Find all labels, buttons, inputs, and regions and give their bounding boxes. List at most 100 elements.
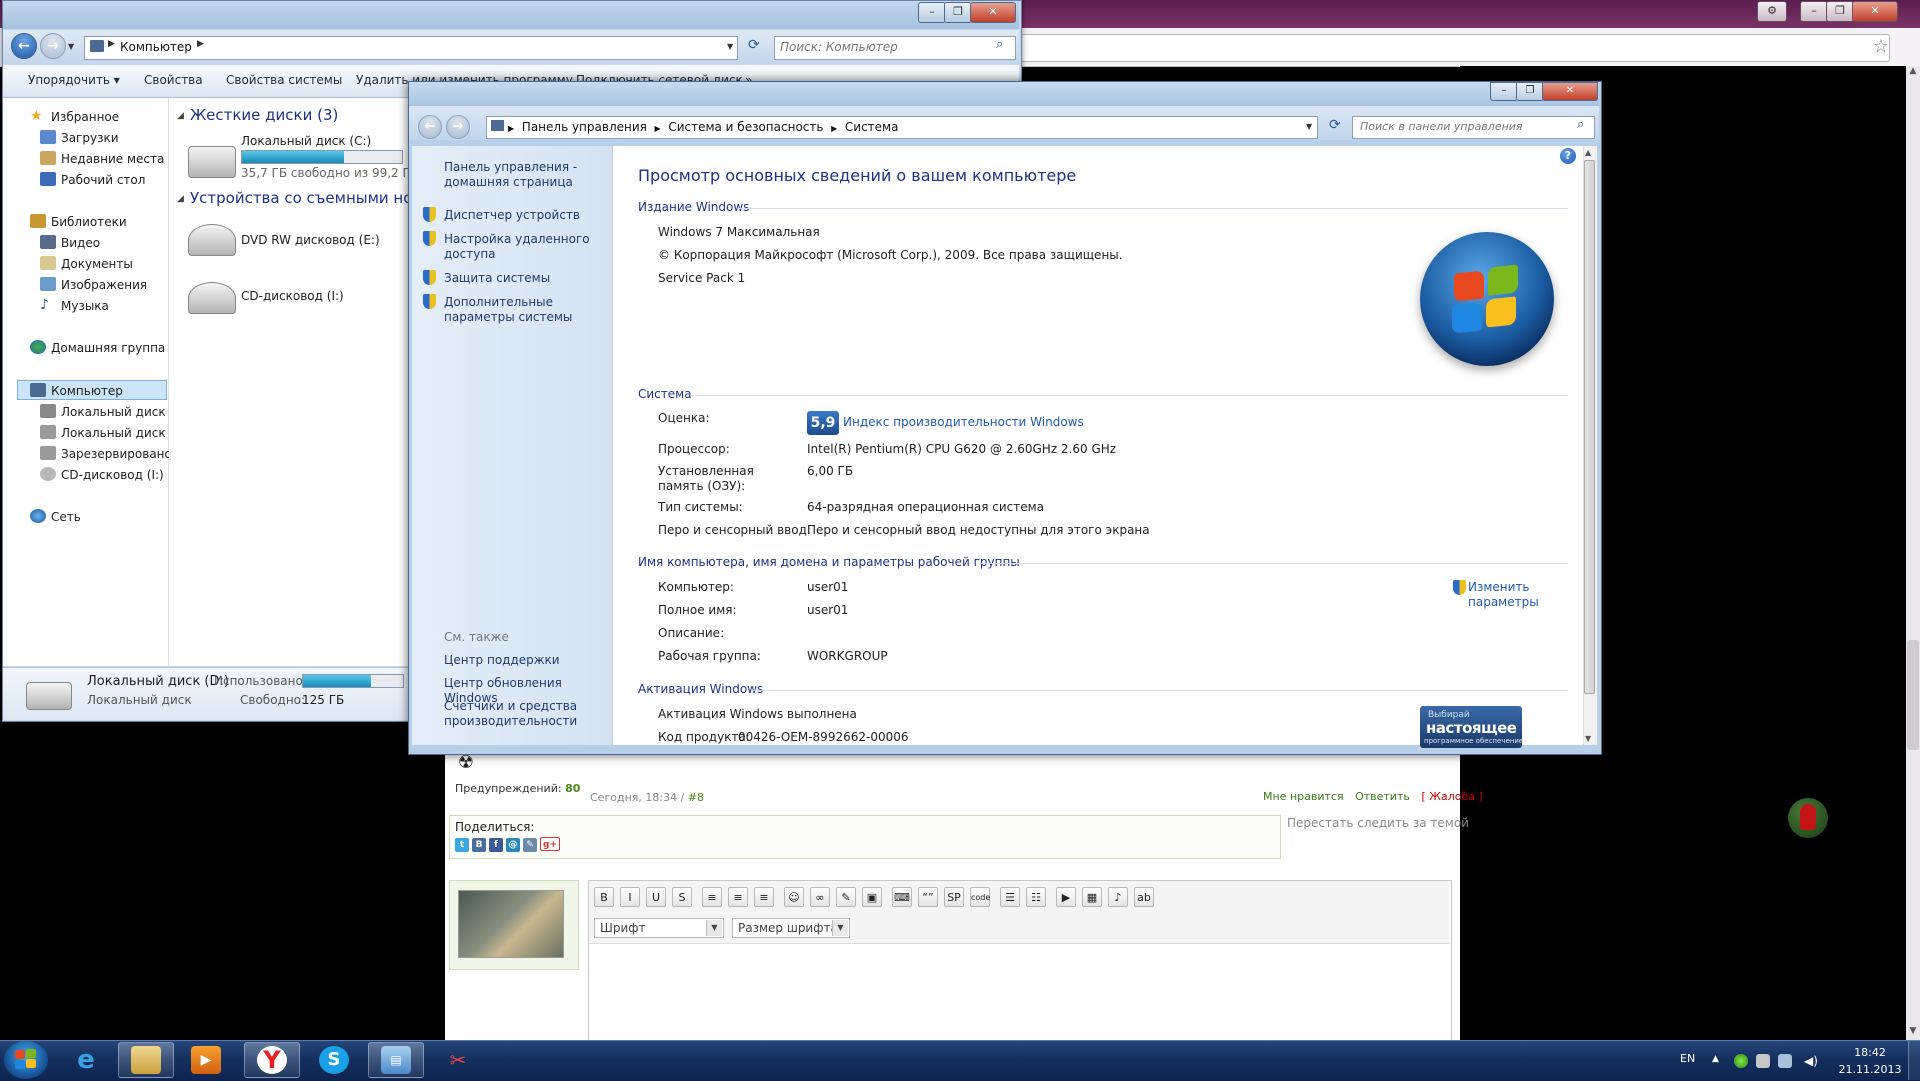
- advanced-system-settings-link[interactable]: Дополнительные параметры системы: [444, 295, 609, 325]
- unfollow-topic-link[interactable]: Перестать следить за темой: [1287, 816, 1469, 830]
- forward-arrow-icon[interactable]: →: [40, 33, 66, 59]
- performance-score-badge[interactable]: 5,9: [807, 411, 839, 435]
- editor-button[interactable]: ▦: [1082, 887, 1102, 907]
- editor-button[interactable]: ☰: [1000, 887, 1020, 907]
- recent-pages-chevron-icon[interactable]: ▼: [68, 42, 74, 51]
- breadcrumb-system-security[interactable]: Система и безопасность: [668, 120, 823, 134]
- search-icon[interactable]: ⌕: [1577, 117, 1584, 132]
- remote-settings-link[interactable]: Настройка удаленного доступа: [444, 232, 604, 262]
- vk-share-icon[interactable]: B: [472, 838, 486, 852]
- action-center-link[interactable]: Центр поддержки: [444, 653, 604, 668]
- back-arrow-icon[interactable]: ←: [418, 115, 442, 139]
- editor-button[interactable]: ≡: [702, 887, 722, 907]
- system-properties-button[interactable]: Свойства системы: [226, 73, 342, 87]
- refresh-icon[interactable]: ⟳: [1329, 117, 1341, 133]
- explorer-minimize-button[interactable]: –: [918, 2, 946, 23]
- explorer-close-button[interactable]: ✕: [970, 2, 1016, 23]
- tray-app-icon[interactable]: [1734, 1054, 1748, 1068]
- nav-reserved-disk[interactable]: Зарезервировано с: [61, 447, 182, 461]
- performance-index-link[interactable]: Индекс производительности Windows: [843, 415, 1084, 430]
- bookmark-star-icon[interactable]: ☆: [1870, 36, 1892, 58]
- nav-music[interactable]: Музыка: [61, 299, 109, 313]
- tray-flag-icon[interactable]: [1756, 1054, 1770, 1068]
- editor-button[interactable]: ∞: [810, 887, 830, 907]
- nav-pictures[interactable]: Изображения: [61, 278, 147, 292]
- control-panel-home-link[interactable]: Панель управления - домашняя страница: [444, 160, 604, 190]
- browser-url-field[interactable]: [1020, 34, 1890, 62]
- editor-button[interactable]: ☺: [784, 887, 804, 907]
- search-icon[interactable]: ⌕: [996, 37, 1003, 52]
- editor-button[interactable]: I: [620, 887, 640, 907]
- back-arrow-icon[interactable]: ←: [11, 33, 37, 59]
- help-icon[interactable]: ?: [1560, 148, 1576, 164]
- nav-computer[interactable]: Компьютер: [51, 384, 123, 398]
- scroll-down-arrow-icon[interactable]: ▼: [1906, 1026, 1920, 1040]
- nav-recent-places[interactable]: Недавние места: [61, 152, 164, 166]
- editor-button[interactable]: ≡: [754, 887, 774, 907]
- report-link[interactable]: [ Жалоба ]: [1421, 790, 1482, 803]
- font-size-select[interactable]: Размер шрифта ▼: [732, 918, 850, 938]
- scroll-down-arrow-icon[interactable]: ▼: [1585, 734, 1591, 743]
- scroll-up-arrow-icon[interactable]: ▲: [1906, 66, 1920, 80]
- hard-disks-header[interactable]: Жесткие диски (3): [190, 106, 338, 124]
- google-plus-share-icon[interactable]: g+: [540, 837, 560, 851]
- editor-button[interactable]: B: [594, 887, 614, 907]
- nav-documents[interactable]: Документы: [61, 257, 133, 271]
- editor-button[interactable]: ▶: [1056, 887, 1076, 907]
- refresh-icon[interactable]: ⟳: [748, 37, 760, 53]
- editor-button[interactable]: ≡: [728, 887, 748, 907]
- clock-date[interactable]: 21.11.2013: [1834, 1063, 1906, 1076]
- editor-button[interactable]: ✎: [836, 887, 856, 907]
- reply-link[interactable]: Ответить: [1355, 790, 1410, 803]
- performance-tools-link[interactable]: Счетчики и средства производительности: [444, 699, 604, 729]
- editor-button[interactable]: ☷: [1026, 887, 1046, 907]
- nav-favorites[interactable]: Избранное: [51, 110, 119, 124]
- nav-local-disk-c[interactable]: Локальный диск (C: [61, 405, 182, 419]
- removable-devices-header[interactable]: Устройства со съемными носи: [190, 189, 430, 207]
- organize-button[interactable]: Упорядочить ▾: [28, 73, 120, 87]
- editor-button[interactable]: ⌨: [892, 887, 912, 907]
- nav-local-disk-d[interactable]: Локальный диск (D: [61, 426, 183, 440]
- editor-button[interactable]: ▣: [862, 887, 882, 907]
- twitter-share-icon[interactable]: t: [455, 838, 469, 852]
- livejournal-share-icon[interactable]: ✎: [523, 838, 537, 852]
- editor-button[interactable]: S: [672, 887, 692, 907]
- change-settings-link[interactable]: Изменить параметры: [1468, 580, 1548, 610]
- nav-videos[interactable]: Видео: [61, 236, 100, 250]
- show-hidden-icons-icon[interactable]: ▲: [1712, 1054, 1719, 1064]
- drive-c-name[interactable]: Локальный диск (C:): [241, 134, 371, 148]
- language-indicator[interactable]: EN: [1680, 1052, 1695, 1065]
- explorer-maximize-button[interactable]: ❐: [944, 2, 972, 23]
- maximize-button[interactable]: ❐: [1826, 1, 1854, 22]
- nav-desktop[interactable]: Рабочий стол: [61, 173, 145, 187]
- breadcrumb-chevron-icon[interactable]: ▶: [508, 124, 514, 133]
- explorer-breadcrumb-computer[interactable]: Компьютер: [120, 37, 192, 57]
- facebook-share-icon[interactable]: f: [489, 838, 503, 852]
- system-minimize-button[interactable]: –: [1490, 82, 1518, 101]
- breadcrumb-system[interactable]: Система: [845, 120, 899, 134]
- breadcrumb-chevron-icon[interactable]: ▶: [655, 124, 661, 133]
- system-protection-link[interactable]: Защита системы: [444, 271, 604, 286]
- system-maximize-button[interactable]: ❐: [1516, 82, 1544, 101]
- settings-gear-icon[interactable]: ⚙: [1757, 1, 1787, 22]
- nav-cd-drive[interactable]: CD-дисковод (I:): [61, 468, 164, 482]
- network-tray-icon[interactable]: [1778, 1054, 1792, 1068]
- address-dropdown-icon[interactable]: ▼: [1306, 122, 1312, 131]
- clock-time[interactable]: 18:42: [1840, 1046, 1900, 1059]
- editor-button[interactable]: U: [646, 887, 666, 907]
- system-scrollbar-thumb[interactable]: [1584, 160, 1595, 694]
- editor-button[interactable]: code: [970, 887, 990, 907]
- collapse-arrow-icon[interactable]: ◢: [177, 194, 184, 204]
- editor-button[interactable]: ♪: [1108, 887, 1128, 907]
- like-link[interactable]: Мне нравится: [1263, 790, 1344, 803]
- editor-button[interactable]: SP: [944, 887, 964, 907]
- nav-homegroup[interactable]: Домашняя группа: [51, 341, 165, 355]
- post-number-link[interactable]: #8: [688, 791, 704, 804]
- cd-drive-name[interactable]: CD-дисковод (I:): [241, 289, 344, 303]
- browser-scrollbar[interactable]: [1906, 66, 1920, 1040]
- minimize-button[interactable]: –: [1800, 1, 1828, 22]
- editor-button[interactable]: ab: [1134, 887, 1154, 907]
- mailru-share-icon[interactable]: @: [506, 838, 520, 852]
- breadcrumb-chevron-icon[interactable]: ▶: [831, 124, 837, 133]
- scroll-up-arrow-icon[interactable]: ▲: [1585, 148, 1591, 157]
